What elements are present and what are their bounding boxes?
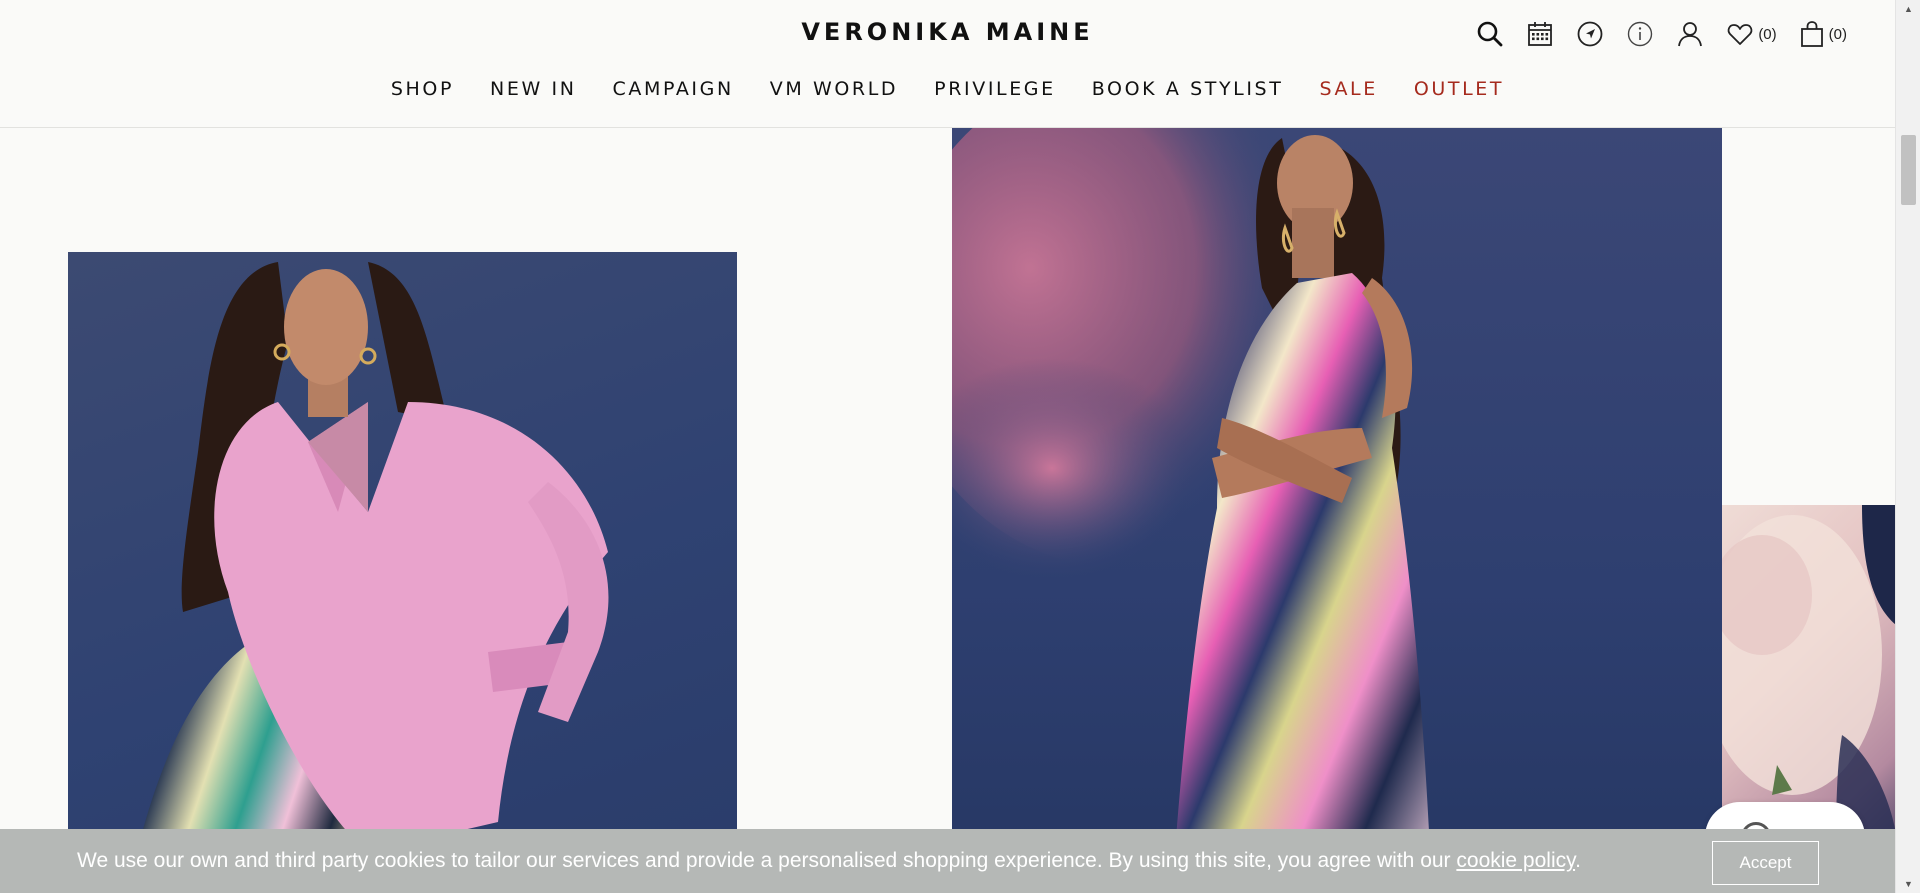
scroll-down-arrow-icon[interactable]: ▼: [1896, 875, 1920, 893]
cookie-policy-link[interactable]: cookie policy: [1456, 849, 1575, 872]
account-button[interactable]: [1676, 20, 1704, 48]
site-header: VERONIKA MAINE (0) (0) SHOP NEW IN CAMPA…: [0, 0, 1895, 128]
printed-dress-illustration: [952, 128, 1432, 893]
wishlist-count: (0): [1758, 25, 1777, 43]
search-icon: [1478, 21, 1503, 47]
nav-shop[interactable]: SHOP: [391, 78, 454, 100]
nav-sale[interactable]: SALE: [1319, 78, 1377, 100]
nav-vm-world[interactable]: VM WORLD: [770, 78, 898, 100]
appointments-button[interactable]: [1526, 20, 1554, 48]
accept-cookies-button[interactable]: Accept: [1712, 841, 1819, 885]
heart-icon: [1728, 24, 1753, 45]
store-locator-button[interactable]: [1576, 20, 1604, 48]
scroll-thumb[interactable]: [1901, 135, 1916, 205]
nav-book-a-stylist[interactable]: BOOK A STYLIST: [1092, 78, 1284, 100]
pink-blazer-illustration: [128, 262, 609, 893]
scroll-up-arrow-icon[interactable]: ▲: [1896, 0, 1920, 18]
calendar-icon: [1528, 22, 1553, 46]
cookie-message-text: We use our own and third party cookies t…: [77, 849, 1457, 872]
nav-new-in[interactable]: NEW IN: [490, 78, 576, 100]
bag-icon: [1800, 21, 1823, 47]
cookie-consent-bar: We use our own and third party cookies t…: [0, 829, 1895, 893]
wishlist-button[interactable]: (0): [1726, 20, 1777, 48]
cart-count: (0): [1828, 25, 1847, 43]
campaign-photo-pink-blazer[interactable]: [68, 252, 737, 893]
page-scrollbar[interactable]: ▲ ▼: [1895, 0, 1920, 893]
search-button[interactable]: [1476, 20, 1504, 48]
info-button[interactable]: [1626, 20, 1654, 48]
nav-outlet[interactable]: OUTLET: [1414, 78, 1504, 100]
info-icon: [1628, 21, 1653, 47]
nav-privilege[interactable]: PRIVILEGE: [934, 78, 1056, 100]
cookie-message: We use our own and third party cookies t…: [77, 849, 1581, 873]
account-icon: [1678, 22, 1703, 47]
location-icon: [1577, 21, 1603, 47]
cart-button[interactable]: (0): [1799, 20, 1847, 48]
campaign-photo-printed-dress[interactable]: [952, 128, 1722, 893]
main-navigation: SHOP NEW IN CAMPAIGN VM WORLD PRIVILEGE …: [0, 78, 1895, 100]
utility-bar: (0) (0): [1476, 20, 1847, 48]
campaign-gallery: [0, 128, 1895, 893]
nav-campaign[interactable]: CAMPAIGN: [613, 78, 734, 100]
cookie-message-end: .: [1575, 849, 1581, 872]
